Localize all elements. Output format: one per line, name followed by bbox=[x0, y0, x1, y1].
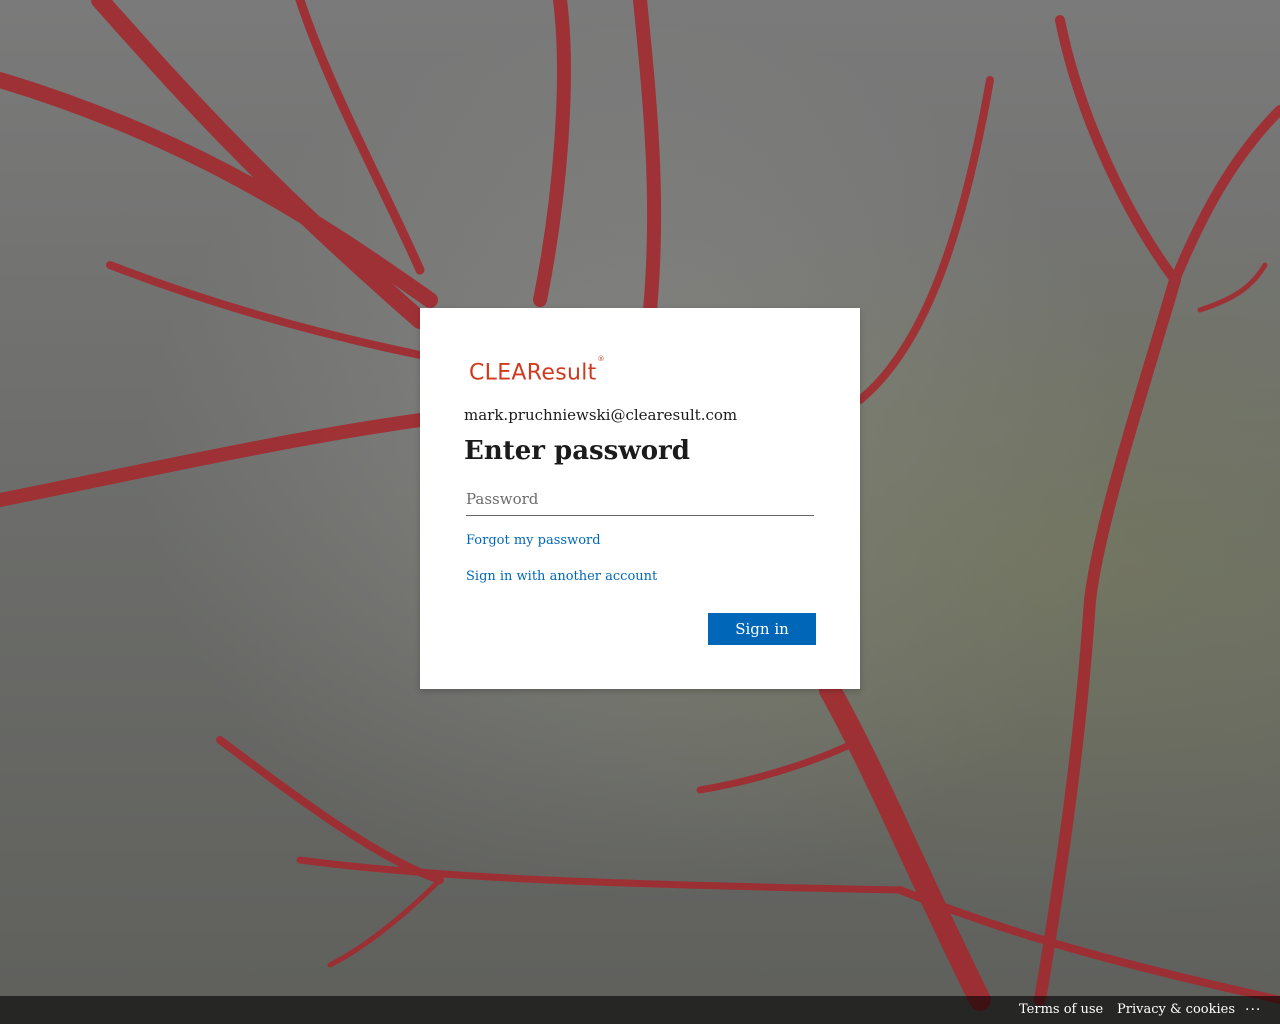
account-email: mark.pruchniewski@clearesult.com bbox=[464, 406, 738, 424]
footer-bar: Terms of use Privacy & cookies ... bbox=[0, 996, 1280, 1024]
privacy-cookies-link[interactable]: Privacy & cookies bbox=[1117, 1002, 1235, 1017]
logo-text: CLEAResult bbox=[469, 360, 597, 386]
another-account-link[interactable]: Sign in with another account bbox=[466, 569, 657, 584]
password-input[interactable] bbox=[466, 483, 814, 516]
registered-mark: ® bbox=[597, 355, 605, 363]
more-options-icon[interactable]: ... bbox=[1245, 998, 1261, 1014]
forgot-password-link[interactable]: Forgot my password bbox=[466, 533, 601, 548]
sign-in-card: CLEAResult® mark.pruchniewski@clearesult… bbox=[420, 308, 860, 689]
page-title: Enter password bbox=[464, 436, 690, 466]
clearesult-logo: CLEAResult® bbox=[469, 355, 605, 386]
sign-in-button[interactable]: Sign in bbox=[708, 613, 816, 645]
terms-of-use-link[interactable]: Terms of use bbox=[1019, 1002, 1103, 1017]
